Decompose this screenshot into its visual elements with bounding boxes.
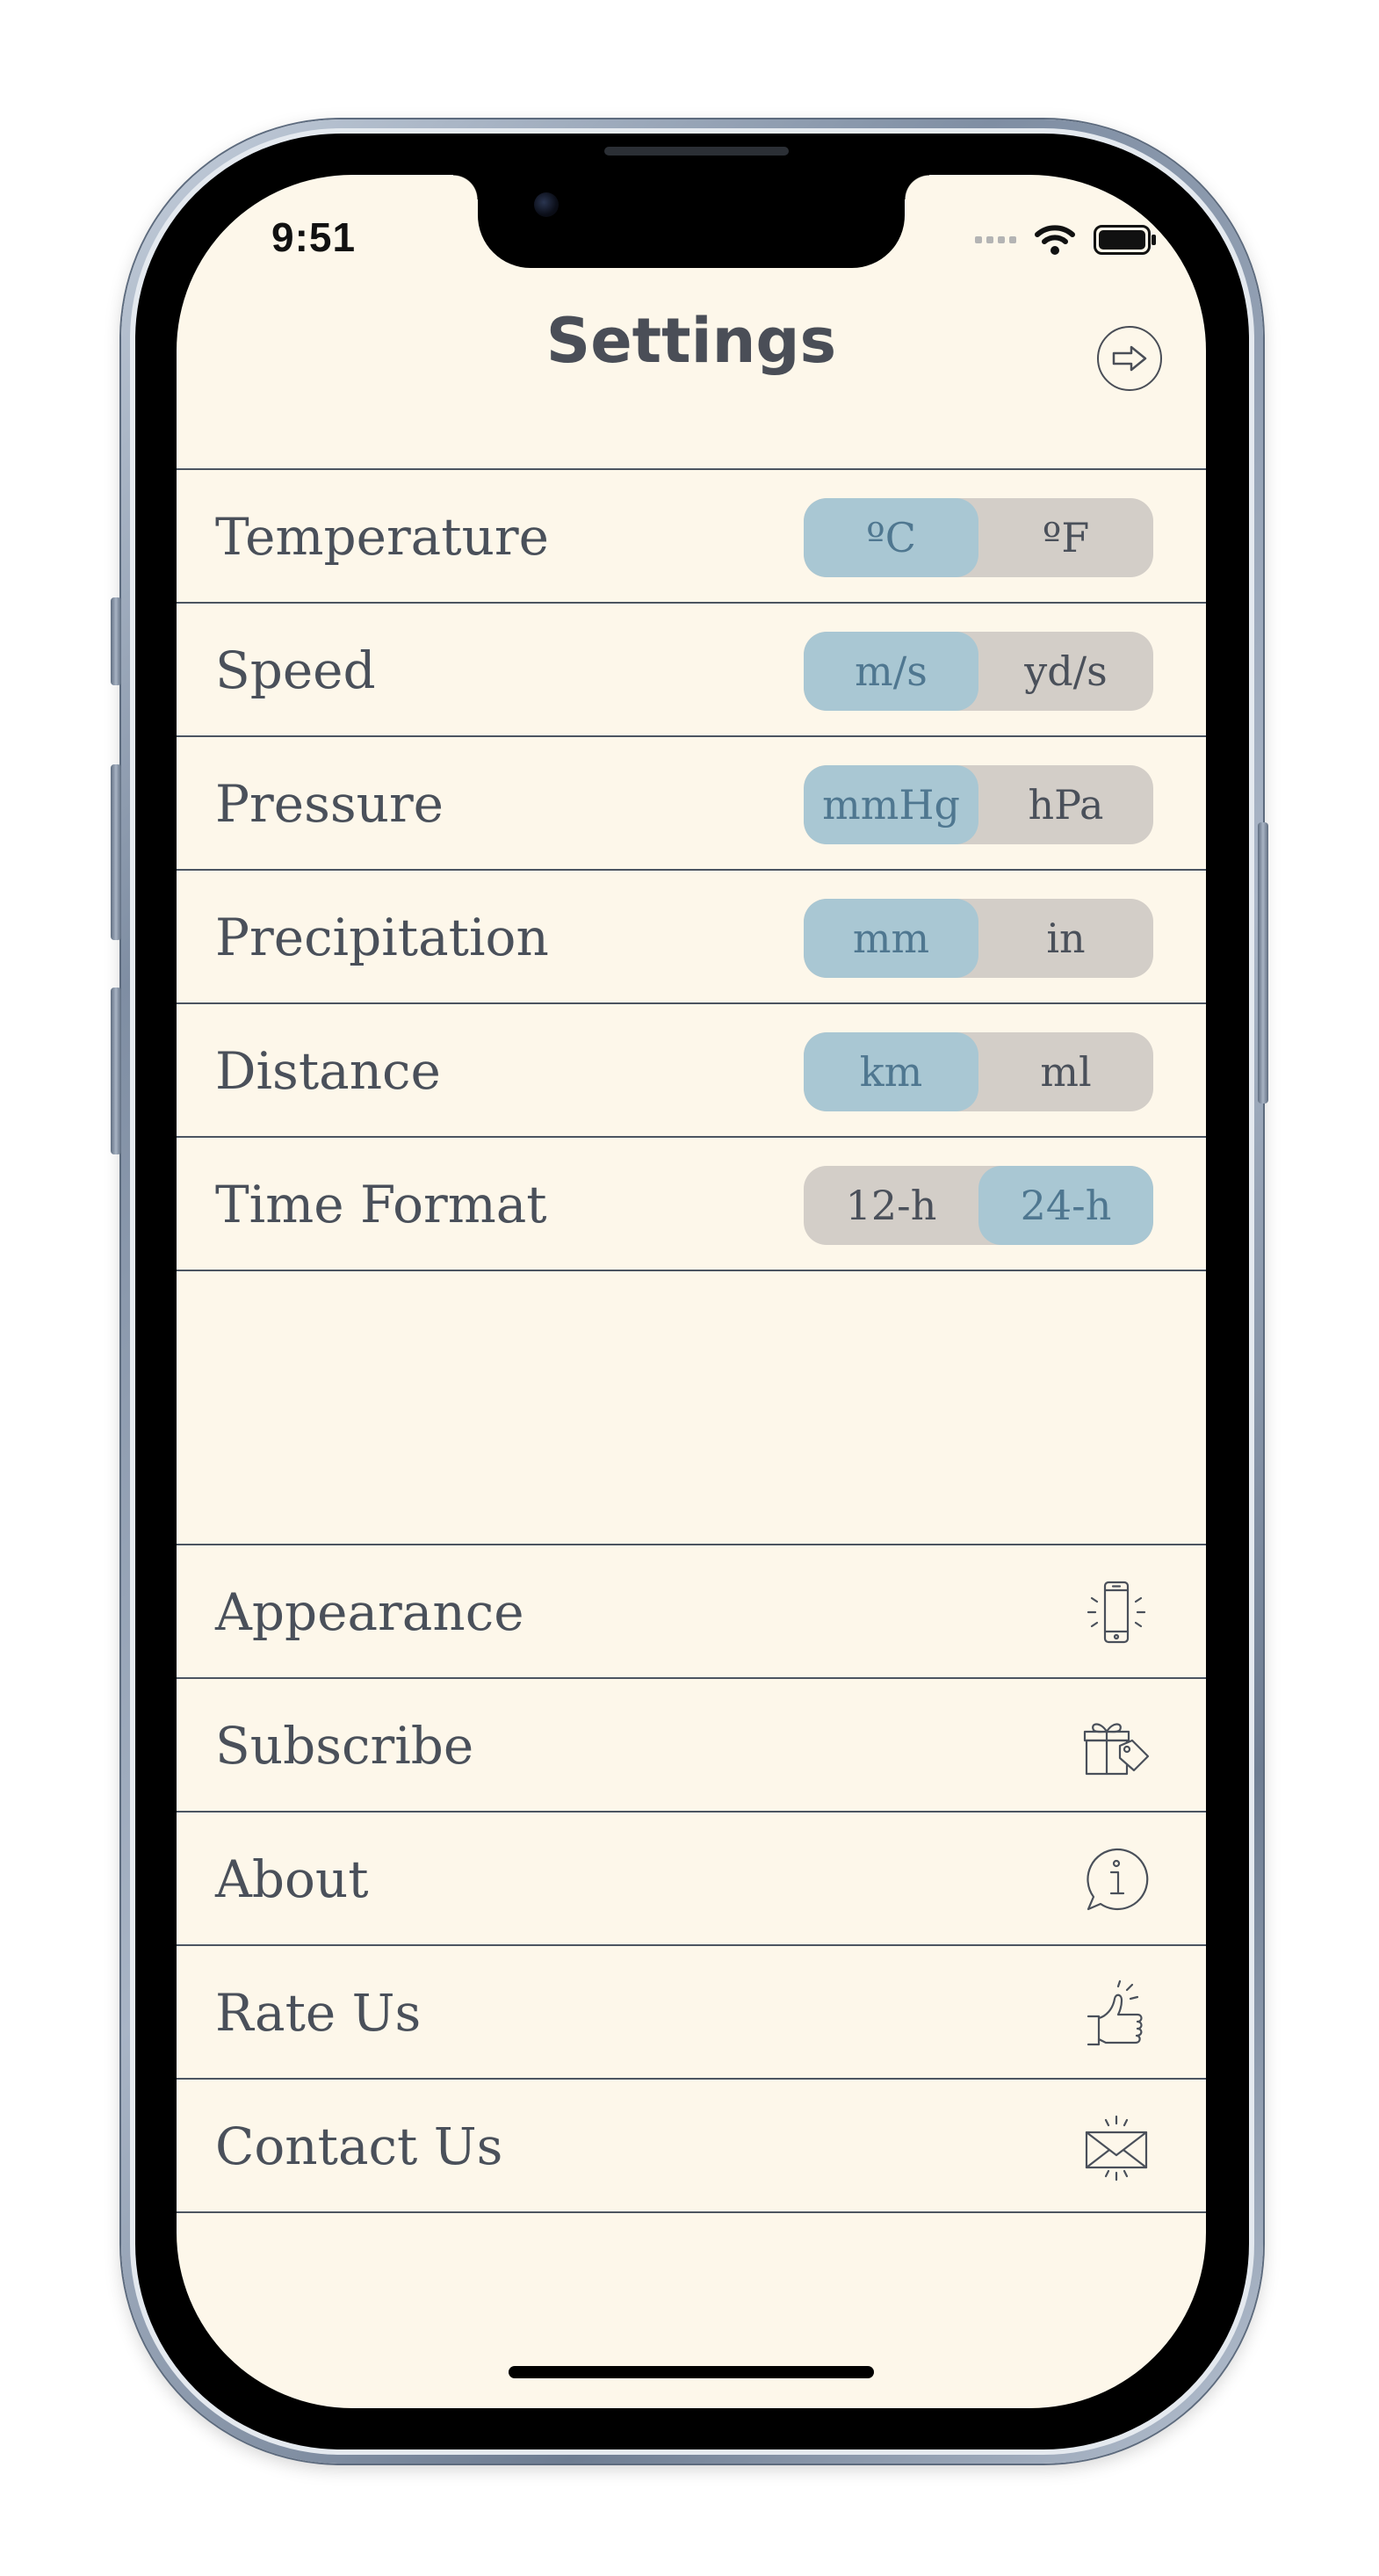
segment-option-millimeters[interactable]: mm xyxy=(804,899,978,978)
segment-option-12-hour[interactable]: 12-h xyxy=(804,1166,978,1245)
segment-option-yards-per-second[interactable]: yd/s xyxy=(978,632,1153,711)
volume-up-button xyxy=(111,764,121,940)
menu-item-about[interactable]: About xyxy=(177,1813,1206,1946)
setting-label: Temperature xyxy=(215,507,549,567)
segment-option-meters-per-second[interactable]: m/s xyxy=(804,632,978,711)
precipitation-unit-toggle: mm in xyxy=(804,899,1153,978)
menu-item-subscribe[interactable]: Subscribe xyxy=(177,1679,1206,1813)
menu-item-label: Appearance xyxy=(215,1582,524,1642)
menu-list: Appearance Subscribe About Rate Us Conta… xyxy=(177,1544,1206,2213)
menu-item-contact-us[interactable]: Contact Us xyxy=(177,2080,1206,2213)
thumbs-up-icon xyxy=(1087,1979,1143,2046)
front-camera xyxy=(534,192,559,217)
earpiece-speaker xyxy=(604,147,789,156)
setting-label: Pressure xyxy=(215,774,444,834)
segment-option-mmhg[interactable]: mmHg xyxy=(804,765,978,844)
volume-down-button xyxy=(111,988,121,1154)
setting-label: Speed xyxy=(215,640,376,700)
segment-option-celsius[interactable]: ºC xyxy=(804,498,978,577)
menu-item-label: Subscribe xyxy=(215,1716,474,1776)
notch xyxy=(453,175,929,268)
setting-label: Distance xyxy=(215,1041,441,1101)
phone-vibrate-icon xyxy=(1087,1581,1146,1644)
setting-row-pressure: Pressure mmHg hPa xyxy=(177,737,1206,871)
gift-tag-icon xyxy=(1083,1723,1150,1776)
setting-row-temperature: Temperature ºC ºF xyxy=(177,470,1206,604)
setting-row-time-format: Time Format 12-h 24-h xyxy=(177,1138,1206,1271)
segment-option-24-hour[interactable]: 24-h xyxy=(978,1166,1153,1245)
page-title: Settings xyxy=(545,305,837,377)
cellular-signal-icon xyxy=(975,236,1016,243)
mute-switch xyxy=(111,597,121,685)
time-format-toggle: 12-h 24-h xyxy=(804,1166,1153,1245)
distance-unit-toggle: km ml xyxy=(804,1032,1153,1111)
info-bubble-icon xyxy=(1087,1848,1149,1911)
home-indicator[interactable] xyxy=(509,2366,874,2378)
segment-option-hpa[interactable]: hPa xyxy=(978,765,1153,844)
temperature-unit-toggle: ºC ºF xyxy=(804,498,1153,577)
segment-option-miles[interactable]: ml xyxy=(978,1032,1153,1111)
setting-row-precipitation: Precipitation mm in xyxy=(177,871,1206,1004)
app-screen: 9:51 Settings Temperature ºC ºF Speed m/… xyxy=(177,175,1206,2408)
pressure-unit-toggle: mmHg hPa xyxy=(804,765,1153,844)
setting-label: Precipitation xyxy=(215,908,549,967)
status-icons xyxy=(975,224,1157,256)
status-time: 9:51 xyxy=(271,214,357,260)
segment-option-kilometers[interactable]: km xyxy=(804,1032,978,1111)
power-button xyxy=(1258,822,1268,1103)
envelope-icon xyxy=(1085,2115,1148,2182)
speed-unit-toggle: m/s yd/s xyxy=(804,632,1153,711)
unit-settings-list: Temperature ºC ºF Speed m/s yd/s Pressur… xyxy=(177,468,1206,1271)
wifi-icon xyxy=(1035,225,1075,255)
setting-row-speed: Speed m/s yd/s xyxy=(177,604,1206,737)
exit-button[interactable] xyxy=(1097,326,1162,391)
menu-item-label: Contact Us xyxy=(215,2117,503,2176)
battery-icon xyxy=(1094,225,1156,255)
segment-option-inches[interactable]: in xyxy=(978,899,1153,978)
menu-item-label: Rate Us xyxy=(215,1983,422,2043)
menu-item-label: About xyxy=(215,1849,369,1909)
setting-label: Time Format xyxy=(215,1175,547,1234)
segment-option-fahrenheit[interactable]: ºF xyxy=(978,498,1153,577)
menu-item-appearance[interactable]: Appearance xyxy=(177,1545,1206,1679)
setting-row-distance: Distance km ml xyxy=(177,1004,1206,1138)
menu-item-rate-us[interactable]: Rate Us xyxy=(177,1946,1206,2080)
arrow-right-icon xyxy=(1112,345,1147,372)
